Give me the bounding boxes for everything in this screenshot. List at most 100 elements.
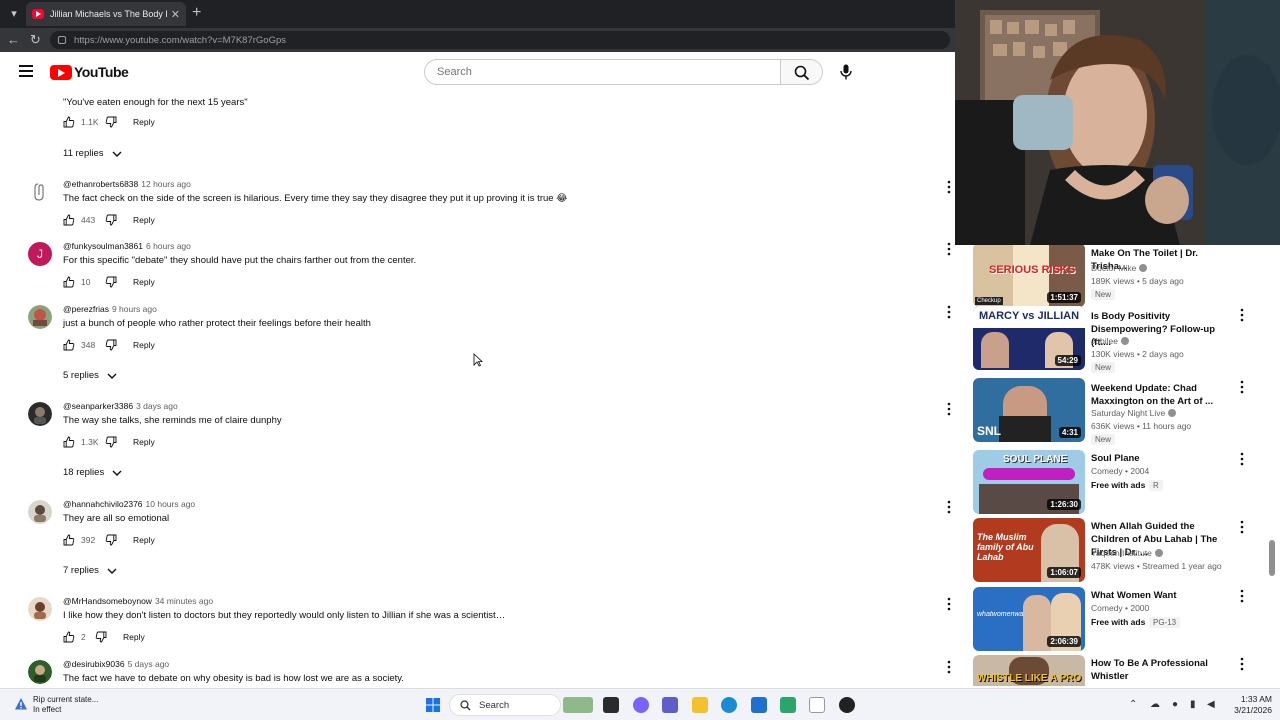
comment-menu-icon[interactable] <box>946 305 952 319</box>
teams-icon[interactable] <box>662 697 678 713</box>
reply-button[interactable]: Reply <box>133 437 155 447</box>
tray-overflow-icon[interactable]: ⌃ <box>1129 699 1137 710</box>
reply-button[interactable]: Reply <box>133 117 155 127</box>
video-thumbnail[interactable]: whatwomenwant 2:06:39 <box>973 587 1085 651</box>
comment-author[interactable]: @desirubix9036 <box>63 659 125 669</box>
back-arrow-icon[interactable]: ← <box>7 32 20 48</box>
related-video-item[interactable]: The Muslim family of Abu Lahab 1:06:07 W… <box>973 518 1258 582</box>
related-video-item[interactable]: MARCY vs JILLIAN 54:29 Is Body Positivit… <box>973 306 1258 373</box>
file-explorer-icon[interactable] <box>692 697 708 713</box>
view-replies-button[interactable]: 5 replies <box>63 370 117 381</box>
tab-close-icon[interactable]: ✕ <box>171 8 180 21</box>
dislike-icon[interactable] <box>105 116 117 128</box>
network-icon[interactable]: ▮ <box>1190 699 1196 710</box>
comment-author[interactable]: @seanparker3386 <box>63 401 133 411</box>
search-button[interactable] <box>781 59 823 85</box>
video-thumbnail[interactable]: SNL 4:31 <box>973 378 1085 442</box>
dislike-icon[interactable] <box>105 436 117 448</box>
tab-list-chevron-icon[interactable]: ▾ <box>6 6 22 22</box>
search-input[interactable] <box>424 59 781 85</box>
reply-button[interactable]: Reply <box>133 215 155 225</box>
weather-notice[interactable]: Rip current state... In effect <box>33 695 98 715</box>
video-channel[interactable]: Yaqeen Institute <box>1091 548 1163 558</box>
store-icon[interactable] <box>751 697 767 713</box>
avatar[interactable] <box>28 500 52 524</box>
like-icon[interactable] <box>63 116 75 128</box>
windows-start-icon[interactable] <box>425 697 441 713</box>
video-thumbnail[interactable]: MARCY vs JILLIAN 54:29 <box>973 306 1085 370</box>
video-title[interactable]: Weekend Update: Chad Maxxington on the A… <box>1091 382 1226 408</box>
video-channel[interactable]: Comedy • 2004 <box>1091 466 1149 476</box>
view-replies-button[interactable]: 11 replies <box>63 148 122 159</box>
comment-menu-icon[interactable] <box>946 242 952 256</box>
like-icon[interactable] <box>63 534 75 546</box>
avatar[interactable] <box>28 597 52 621</box>
site-info-icon[interactable] <box>58 36 66 44</box>
video-title[interactable]: Soul Plane <box>1091 452 1226 465</box>
reply-button[interactable]: Reply <box>133 535 155 545</box>
task-view-icon[interactable] <box>603 697 619 713</box>
comment-author[interactable]: @ethanroberts6838 <box>63 179 138 189</box>
video-channel[interactable]: Saturday Night Live <box>1091 408 1177 418</box>
avatar[interactable]: J <box>28 242 52 266</box>
like-icon[interactable] <box>63 214 75 226</box>
like-icon[interactable] <box>63 339 75 351</box>
obs-icon[interactable] <box>839 697 855 713</box>
browser-tab-active[interactable]: Jillian Michaels vs The Body Positiv ✕ <box>26 2 186 26</box>
page-scrollbar[interactable] <box>1268 245 1276 686</box>
youtube-logo[interactable]: YouTube <box>50 64 129 80</box>
copilot-icon[interactable] <box>633 697 649 713</box>
comment-author[interactable]: @hannahchivilo2376 <box>63 499 143 509</box>
like-icon[interactable] <box>63 631 75 643</box>
comment-author[interactable]: @MrHandsomeboynow <box>63 596 152 606</box>
video-channel[interactable]: Doctor Mike <box>1091 263 1148 273</box>
reload-icon[interactable]: ↻ <box>30 32 41 48</box>
video-menu-icon[interactable] <box>1239 589 1245 603</box>
notepad-icon[interactable] <box>809 697 825 713</box>
edge-browser-icon[interactable] <box>721 697 737 713</box>
comment-menu-icon[interactable] <box>946 500 952 514</box>
microphone-tray-icon[interactable]: ● <box>1172 699 1178 710</box>
volume-icon[interactable]: ◀ <box>1207 699 1215 710</box>
dislike-icon[interactable] <box>105 276 117 288</box>
avatar[interactable] <box>28 180 52 204</box>
onedrive-icon[interactable]: ☁ <box>1150 699 1160 710</box>
like-icon[interactable] <box>63 276 75 288</box>
avatar[interactable] <box>28 305 52 329</box>
weather-alert-icon[interactable] <box>14 697 28 711</box>
like-icon[interactable] <box>63 436 75 448</box>
video-menu-icon[interactable] <box>1239 657 1245 671</box>
video-menu-icon[interactable] <box>1239 520 1245 534</box>
dislike-icon[interactable] <box>105 339 117 351</box>
video-menu-icon[interactable] <box>1239 452 1245 466</box>
video-channel[interactable]: Jubilee <box>1091 336 1129 346</box>
video-thumbnail[interactable]: SOUL PLANE 1:26:30 <box>973 450 1085 514</box>
comment-menu-icon[interactable] <box>946 660 952 674</box>
comment-time[interactable]: 9 hours ago <box>112 304 157 314</box>
reply-button[interactable]: Reply <box>133 277 155 287</box>
dislike-icon[interactable] <box>95 631 107 643</box>
comment-time[interactable]: 34 minutes ago <box>155 596 213 606</box>
dislike-icon[interactable] <box>105 214 117 226</box>
spreadsheet-app-icon[interactable] <box>780 697 796 713</box>
address-bar[interactable]: https://www.youtube.com/watch?v=M7K87rGo… <box>50 31 950 49</box>
video-thumbnail[interactable]: The Muslim family of Abu Lahab 1:06:07 <box>973 518 1085 582</box>
view-replies-button[interactable]: 7 replies <box>63 565 117 576</box>
avatar[interactable] <box>28 402 52 426</box>
video-menu-icon[interactable] <box>1239 380 1245 394</box>
comment-menu-icon[interactable] <box>946 180 952 194</box>
video-title[interactable]: How To Be A Professional Whistler <box>1091 657 1226 683</box>
comment-time[interactable]: 10 hours ago <box>146 499 196 509</box>
comment-time[interactable]: 3 days ago <box>136 401 178 411</box>
voice-search-button[interactable] <box>833 59 859 85</box>
reply-button[interactable]: Reply <box>123 632 145 642</box>
video-title[interactable]: What Women Want <box>1091 589 1226 602</box>
widgets-icon[interactable] <box>563 697 593 713</box>
related-video-item[interactable]: whatwomenwant 2:06:39 What Women Want Co… <box>973 587 1258 651</box>
reply-button[interactable]: Reply <box>133 340 155 350</box>
taskbar-clock[interactable]: 1:33 AM 3/21/2026 <box>1224 694 1272 716</box>
video-thumbnail[interactable]: WHISTLE LIKE A PRO <box>973 655 1085 686</box>
view-replies-button[interactable]: 18 replies <box>63 467 122 478</box>
comment-menu-icon[interactable] <box>946 402 952 416</box>
related-video-item[interactable]: SOUL PLANE 1:26:30 Soul Plane Comedy • 2… <box>973 450 1258 514</box>
